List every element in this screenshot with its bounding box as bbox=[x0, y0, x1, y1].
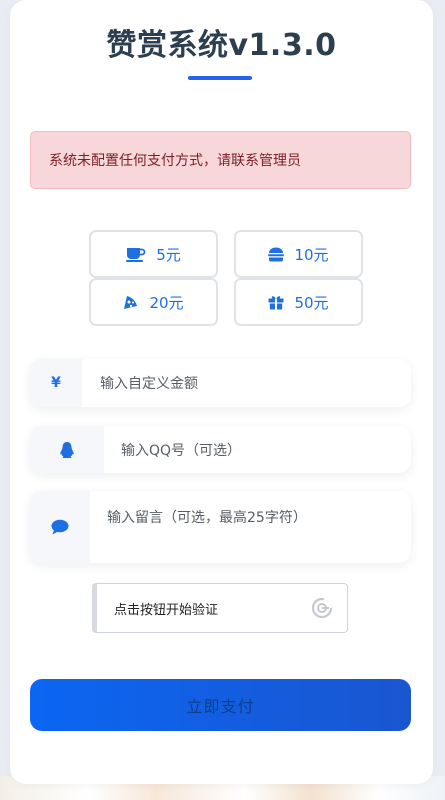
custom-amount-field[interactable]: ¥ 输入自定义金额 bbox=[30, 359, 411, 407]
custom-amount-input[interactable]: 输入自定义金额 bbox=[100, 359, 198, 407]
coffee-icon bbox=[126, 246, 146, 262]
gift-icon bbox=[268, 294, 284, 310]
amount-button-5[interactable]: 5元 bbox=[89, 230, 218, 278]
donation-card: 赞赏系统v1.3.0 系统未配置任何支付方式，请联系管理员 5元 10元 20元… bbox=[10, 0, 433, 784]
comment-icon bbox=[30, 491, 90, 563]
qq-penguin-icon bbox=[30, 426, 104, 473]
message-input[interactable]: 输入留言（可选，最高25字符） bbox=[107, 507, 307, 527]
page-title: 赞赏系统v1.3.0 bbox=[106, 28, 337, 63]
amount-label: 20元 bbox=[149, 293, 184, 312]
qq-input[interactable]: 输入QQ号（可选） bbox=[121, 426, 241, 473]
burger-icon bbox=[268, 247, 285, 262]
error-alert: 系统未配置任何支付方式，请联系管理员 bbox=[30, 131, 411, 189]
captcha-button[interactable]: 点击按钮开始验证 bbox=[92, 583, 348, 633]
amount-button-50[interactable]: 50元 bbox=[234, 278, 363, 326]
alert-message: 系统未配置任何支付方式，请联系管理员 bbox=[49, 153, 301, 169]
amount-label: 10元 bbox=[294, 245, 329, 264]
currency-icon: ¥ bbox=[30, 359, 82, 407]
amount-button-10[interactable]: 10元 bbox=[234, 230, 363, 278]
amount-button-20[interactable]: 20元 bbox=[89, 278, 218, 326]
pizza-icon bbox=[123, 294, 139, 310]
captcha-label: 点击按钮开始验证 bbox=[114, 602, 219, 618]
amount-label: 50元 bbox=[294, 293, 329, 312]
captcha-logo-icon bbox=[311, 597, 333, 623]
qq-field[interactable]: 输入QQ号（可选） bbox=[30, 426, 411, 473]
title-underline bbox=[188, 76, 252, 80]
amount-label: 5元 bbox=[156, 245, 181, 264]
message-field[interactable]: 输入留言（可选，最高25字符） bbox=[30, 491, 411, 563]
pay-now-button[interactable]: 立即支付 bbox=[30, 679, 411, 731]
